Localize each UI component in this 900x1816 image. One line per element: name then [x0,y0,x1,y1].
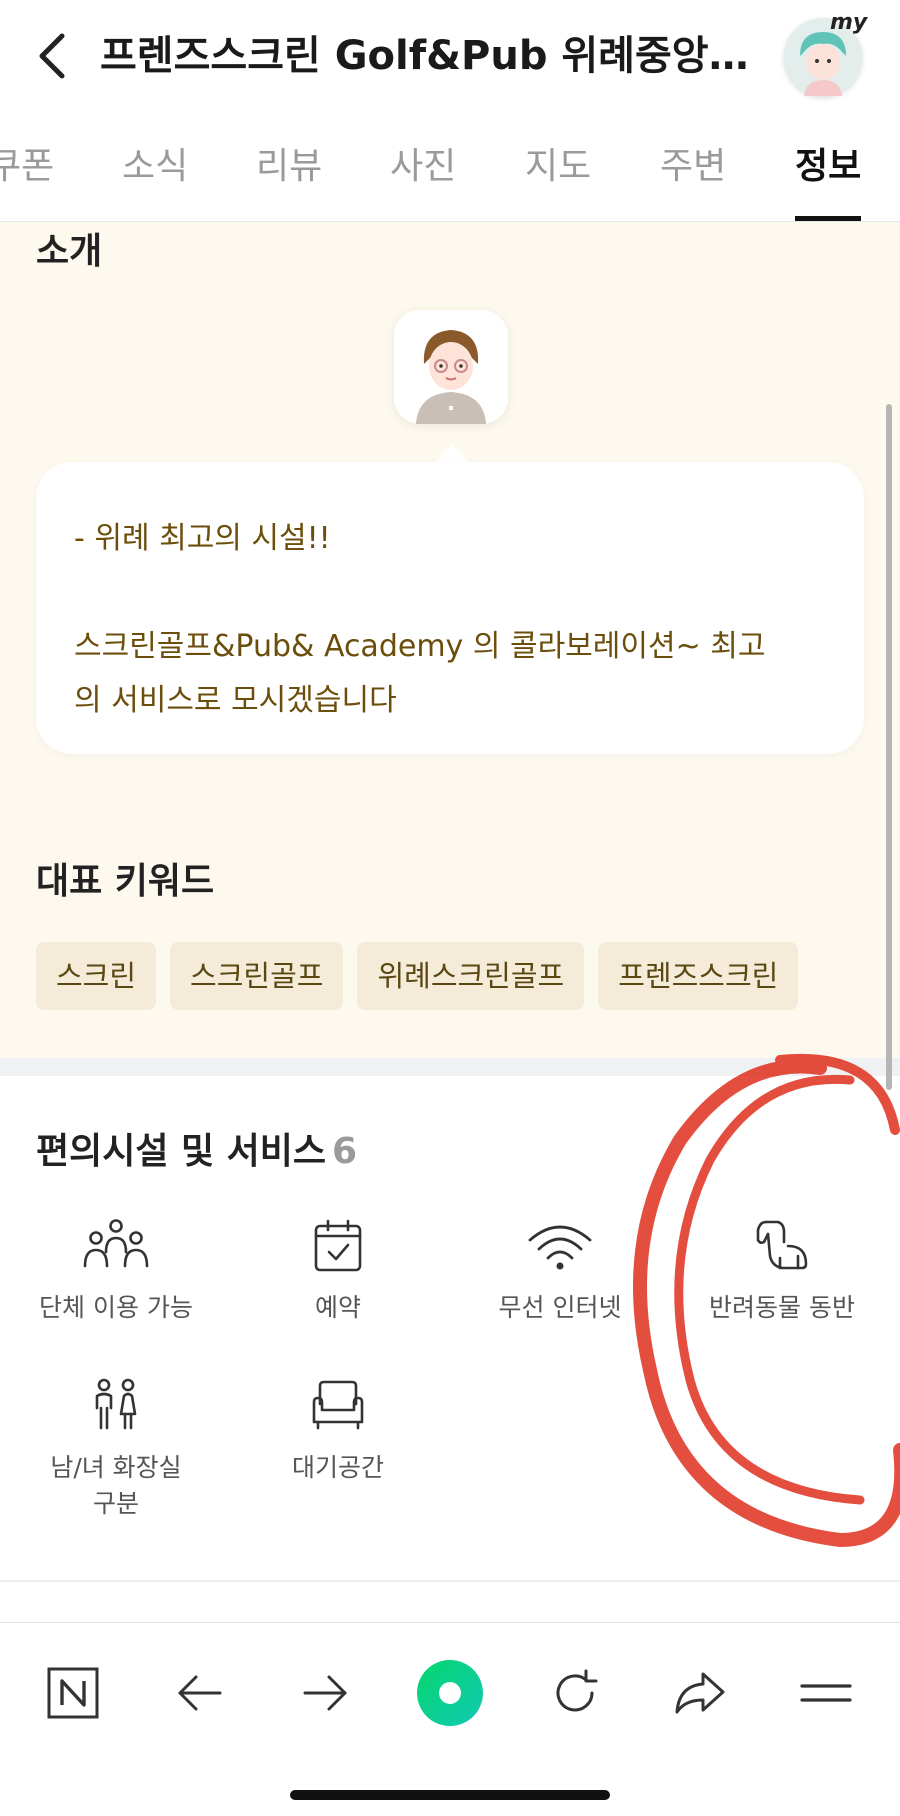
red-circle-annotation [633,1053,900,1548]
share-icon [675,1672,725,1714]
tab-bar: 쿠폰 소식 리뷰 사진 지도 주변 정보 [0,112,900,222]
speech-bubble-tail [436,444,468,462]
menu-button[interactable] [786,1653,866,1733]
share-button[interactable] [660,1653,740,1733]
tab-info[interactable]: 정보 [795,142,861,192]
tab-review[interactable]: 리뷰 [256,142,322,192]
green-dot-button[interactable] [410,1653,490,1733]
amenity-item: 대기공간 [228,1376,448,1486]
intro-speech-bubble: - 위례 최고의 시설!! 스크린골프&Pub& Academy 의 콜라보레이… [36,462,864,754]
section-divider [0,1580,900,1582]
tab-map[interactable]: 지도 [525,142,591,192]
forward-nav-button[interactable] [285,1653,365,1733]
amenities-title: 편의시설 및 서비스 [36,1131,327,1172]
amenity-label: 단체 이용 가능 [39,1293,193,1322]
keyword-chip[interactable]: 위례스크린골프 [357,942,585,1010]
my-profile-button[interactable]: my [784,10,867,96]
intro-text-line: - 위례 최고의 시설!! [74,521,331,556]
active-tab-indicator [795,216,861,221]
calendar-check-icon [314,1219,362,1272]
amenity-label: 남/녀 화장실 [50,1453,182,1482]
amenity-label: 대기공간 [291,1453,384,1482]
keyword-chip[interactable]: 스크린골프 [170,942,344,1010]
amenities-heading: 편의시설 및 서비스 6 [36,1122,357,1174]
tab-news[interactable]: 소식 [122,142,188,192]
intro-section: 소개 - 위례 최고의 시설!! 스크린골프&Pub& Academy 의 콜라… [0,222,900,1058]
keyword-chip[interactable]: 스크린 [36,942,157,1010]
green-dot-icon [417,1660,483,1726]
top-header: 프렌즈스크린 Golf&Pub 위례중앙... my [0,0,900,112]
owner-character-icon [416,330,486,424]
amenities-count: 6 [332,1131,358,1172]
amenity-label: 구분 [92,1489,139,1518]
browser-bottom-toolbar [0,1622,900,1816]
refresh-icon [556,1669,598,1712]
amenity-label: 예약 [314,1293,361,1322]
intro-text-line: 의 서비스로 모시겠습니다 [74,683,397,718]
owner-avatar [394,310,508,424]
home-indicator[interactable] [290,1790,610,1800]
back-arrow-icon [178,1675,222,1711]
amenity-item: 단체 이용 가능 [6,1216,226,1326]
amenity-item: 예약 [228,1216,448,1326]
wifi-icon [528,1225,592,1270]
intro-text-line: 스크린골프&Pub& Academy 의 콜라보레이션~ 최고 [74,629,766,664]
back-nav-button[interactable] [160,1653,240,1733]
amenity-item: 남/녀 화장실 구분 [6,1376,226,1522]
page-title: 프렌즈스크린 Golf&Pub 위례중앙... [100,33,750,79]
refresh-button[interactable] [535,1653,615,1733]
tab-coupon[interactable]: 쿠폰 [0,142,54,192]
restroom-icon [95,1378,137,1430]
naver-home-button[interactable] [33,1653,113,1733]
intro-heading: 소개 [36,231,103,272]
scrollbar[interactable] [886,404,892,1090]
group-icon [83,1219,149,1268]
menu-icon [800,1684,852,1702]
chevron-left-icon [39,33,65,79]
naver-n-icon [47,1667,99,1719]
forward-arrow-icon [303,1675,347,1711]
keyword-chip[interactable]: 프렌즈스크린 [598,942,799,1010]
sofa-icon [312,1380,364,1430]
my-badge: my [830,10,868,35]
back-button[interactable] [30,26,78,86]
tab-nearby[interactable]: 주변 [660,142,726,192]
keywords-heading: 대표 키워드 [36,861,215,902]
keyword-chip-list: 스크린 스크린골프 위례스크린골프 프렌즈스크린 [36,942,799,1010]
tab-photo[interactable]: 사진 [390,142,456,192]
